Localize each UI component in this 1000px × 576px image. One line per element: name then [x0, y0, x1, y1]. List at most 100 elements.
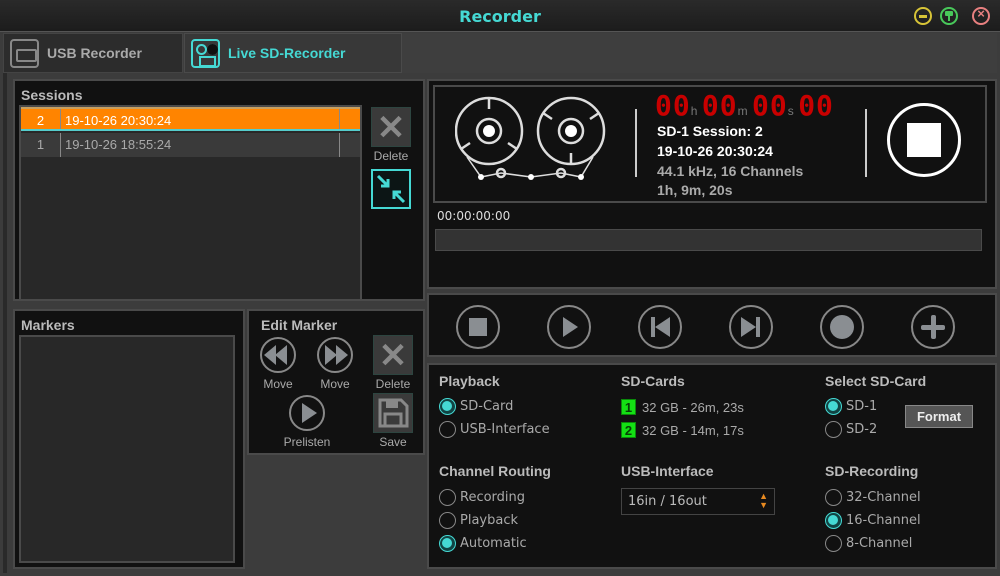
- tab-label: USB Recorder: [47, 45, 142, 61]
- save-label: Save: [379, 435, 407, 449]
- session-number: 1: [21, 133, 61, 157]
- sd-rec-8-channel-radio[interactable]: 8-Channel: [825, 535, 912, 552]
- seconds-digits: 00: [752, 89, 788, 122]
- x-icon: ✕: [376, 109, 406, 147]
- play-icon: [563, 317, 578, 337]
- divider: [635, 109, 637, 177]
- settings-panel: Playback SD-Card USB-Interface SD-Cards …: [427, 363, 997, 569]
- format-button[interactable]: Format: [905, 405, 973, 428]
- usb-interface-select[interactable]: 16in / 16out ▲ ▼: [621, 488, 775, 515]
- select-sd-card-title: Select SD-Card: [825, 373, 927, 389]
- title-bar: Recorder ×: [0, 0, 1000, 32]
- window-title: Recorder: [459, 7, 541, 26]
- sd-rec-16-channel-radio[interactable]: 16-Channel: [825, 512, 921, 529]
- playback-usb-interface-radio[interactable]: USB-Interface: [439, 421, 550, 438]
- routing-recording-radio[interactable]: Recording: [439, 489, 525, 506]
- markers-title: Markers: [21, 317, 75, 333]
- delete-label: Delete: [373, 149, 409, 163]
- main-area: Sessions 2 19-10-26 20:30:24 1 19-10-26 …: [3, 73, 997, 573]
- position-slider[interactable]: [435, 229, 982, 251]
- sd-card-1-info: 1 32 GB - 26m, 23s: [621, 399, 744, 415]
- usb-interface-title: USB-Interface: [621, 463, 714, 479]
- session-datetime: 19-10-26 20:30:24: [61, 109, 340, 129]
- stop-icon: [469, 318, 487, 336]
- move-forward-label: Move: [320, 377, 350, 391]
- session-row[interactable]: 2 19-10-26 20:30:24: [21, 107, 360, 131]
- close-icon[interactable]: ×: [972, 6, 990, 25]
- playback-sd-card-radio[interactable]: SD-Card: [439, 398, 513, 415]
- divider: [865, 109, 867, 177]
- session-info: SD-1 Session: 2: [657, 123, 763, 139]
- tape-recorder-icon: [191, 38, 220, 68]
- channel-routing-title: Channel Routing: [439, 463, 551, 479]
- move-forward-button[interactable]: [317, 337, 353, 373]
- stop-icon: [907, 123, 941, 157]
- usb-interface-value: 16in / 16out: [628, 494, 707, 509]
- transport-panel: [427, 293, 997, 357]
- stop-record-button[interactable]: [887, 103, 961, 177]
- record-button[interactable]: [820, 305, 864, 349]
- updown-arrows-icon: ▲ ▼: [759, 491, 768, 510]
- tab-live-sd-recorder[interactable]: Live SD-Recorder: [184, 33, 402, 73]
- sd-recording-title: SD-Recording: [825, 463, 919, 479]
- prelisten-button[interactable]: [289, 395, 325, 431]
- sd-card-2-info: 2 32 GB - 14m, 17s: [621, 422, 744, 438]
- playback-title: Playback: [439, 373, 500, 389]
- frames-digits: 00: [798, 89, 834, 122]
- display-box: 00h 00m 00s 00 SD-1 Session: 2 19-10-26 …: [433, 85, 987, 203]
- record-icon: [830, 315, 854, 339]
- recorder-display-panel: 00h 00m 00s 00 SD-1 Session: 2 19-10-26 …: [427, 79, 997, 289]
- sd-cards-title: SD-Cards: [621, 373, 685, 389]
- session-number: 2: [21, 109, 61, 129]
- cassette-icon: [10, 38, 39, 68]
- play-icon: [302, 403, 317, 423]
- pin-icon[interactable]: [940, 7, 958, 25]
- skip-forward-icon: [741, 317, 756, 337]
- routing-automatic-radio[interactable]: Automatic: [439, 535, 527, 552]
- move-back-button[interactable]: [260, 337, 296, 373]
- skip-back-icon: [655, 317, 670, 337]
- collapse-button[interactable]: [371, 169, 411, 209]
- edit-marker-title: Edit Marker: [261, 317, 338, 333]
- routing-playback-radio[interactable]: Playback: [439, 512, 518, 529]
- sd-1-radio[interactable]: SD-1: [825, 398, 877, 415]
- tape-reels-icon: [455, 96, 606, 180]
- sd-card-status-icon: 1: [621, 399, 636, 415]
- delete-session-button[interactable]: ✕: [371, 107, 411, 147]
- collapse-arrows-icon: [376, 174, 406, 204]
- session-format: 44.1 kHz, 16 Channels: [657, 163, 804, 179]
- tab-usb-recorder[interactable]: USB Recorder: [3, 33, 183, 73]
- next-button[interactable]: [729, 305, 773, 349]
- prelisten-label: Prelisten: [283, 435, 331, 449]
- sessions-title: Sessions: [21, 87, 83, 103]
- markers-panel: Markers: [13, 309, 245, 569]
- x-icon: ✕: [378, 337, 408, 375]
- time-counter: 00h 00m 00s 00: [655, 89, 834, 122]
- delete-marker-label: Delete: [375, 377, 411, 391]
- markers-list[interactable]: [19, 335, 235, 563]
- save-marker-button[interactable]: [373, 393, 413, 433]
- sd-2-radio[interactable]: SD-2: [825, 421, 877, 438]
- session-row[interactable]: 1 19-10-26 18:55:24: [21, 133, 360, 157]
- minimize-icon[interactable]: [914, 7, 932, 25]
- floppy-disk-icon: [378, 398, 409, 428]
- sd-card-status-icon: 2: [621, 422, 636, 438]
- session-length: 1h, 9m, 20s: [657, 182, 733, 198]
- stop-button[interactable]: [456, 305, 500, 349]
- delete-marker-button[interactable]: ✕: [373, 335, 413, 375]
- edit-marker-panel: Edit Marker Move Move ✕ Delete Prelisten…: [247, 309, 425, 455]
- minutes-digits: 00: [701, 89, 738, 122]
- tab-bar: USB Recorder Live SD-Recorder: [3, 33, 997, 73]
- tab-label: Live SD-Recorder: [228, 45, 346, 61]
- previous-button[interactable]: [638, 305, 682, 349]
- position-readout: 00:00:00:00: [437, 209, 511, 223]
- play-button[interactable]: [547, 305, 591, 349]
- sessions-list[interactable]: 2 19-10-26 20:30:24 1 19-10-26 18:55:24: [19, 105, 362, 301]
- sd-rec-32-channel-radio[interactable]: 32-Channel: [825, 489, 921, 506]
- session-datetime: 19-10-26 20:30:24: [657, 143, 773, 159]
- session-datetime: 19-10-26 18:55:24: [61, 133, 340, 157]
- add-marker-button[interactable]: [911, 305, 955, 349]
- hours-digits: 00: [655, 89, 691, 122]
- sessions-panel: Sessions 2 19-10-26 20:30:24 1 19-10-26 …: [13, 79, 425, 301]
- move-back-label: Move: [263, 377, 293, 391]
